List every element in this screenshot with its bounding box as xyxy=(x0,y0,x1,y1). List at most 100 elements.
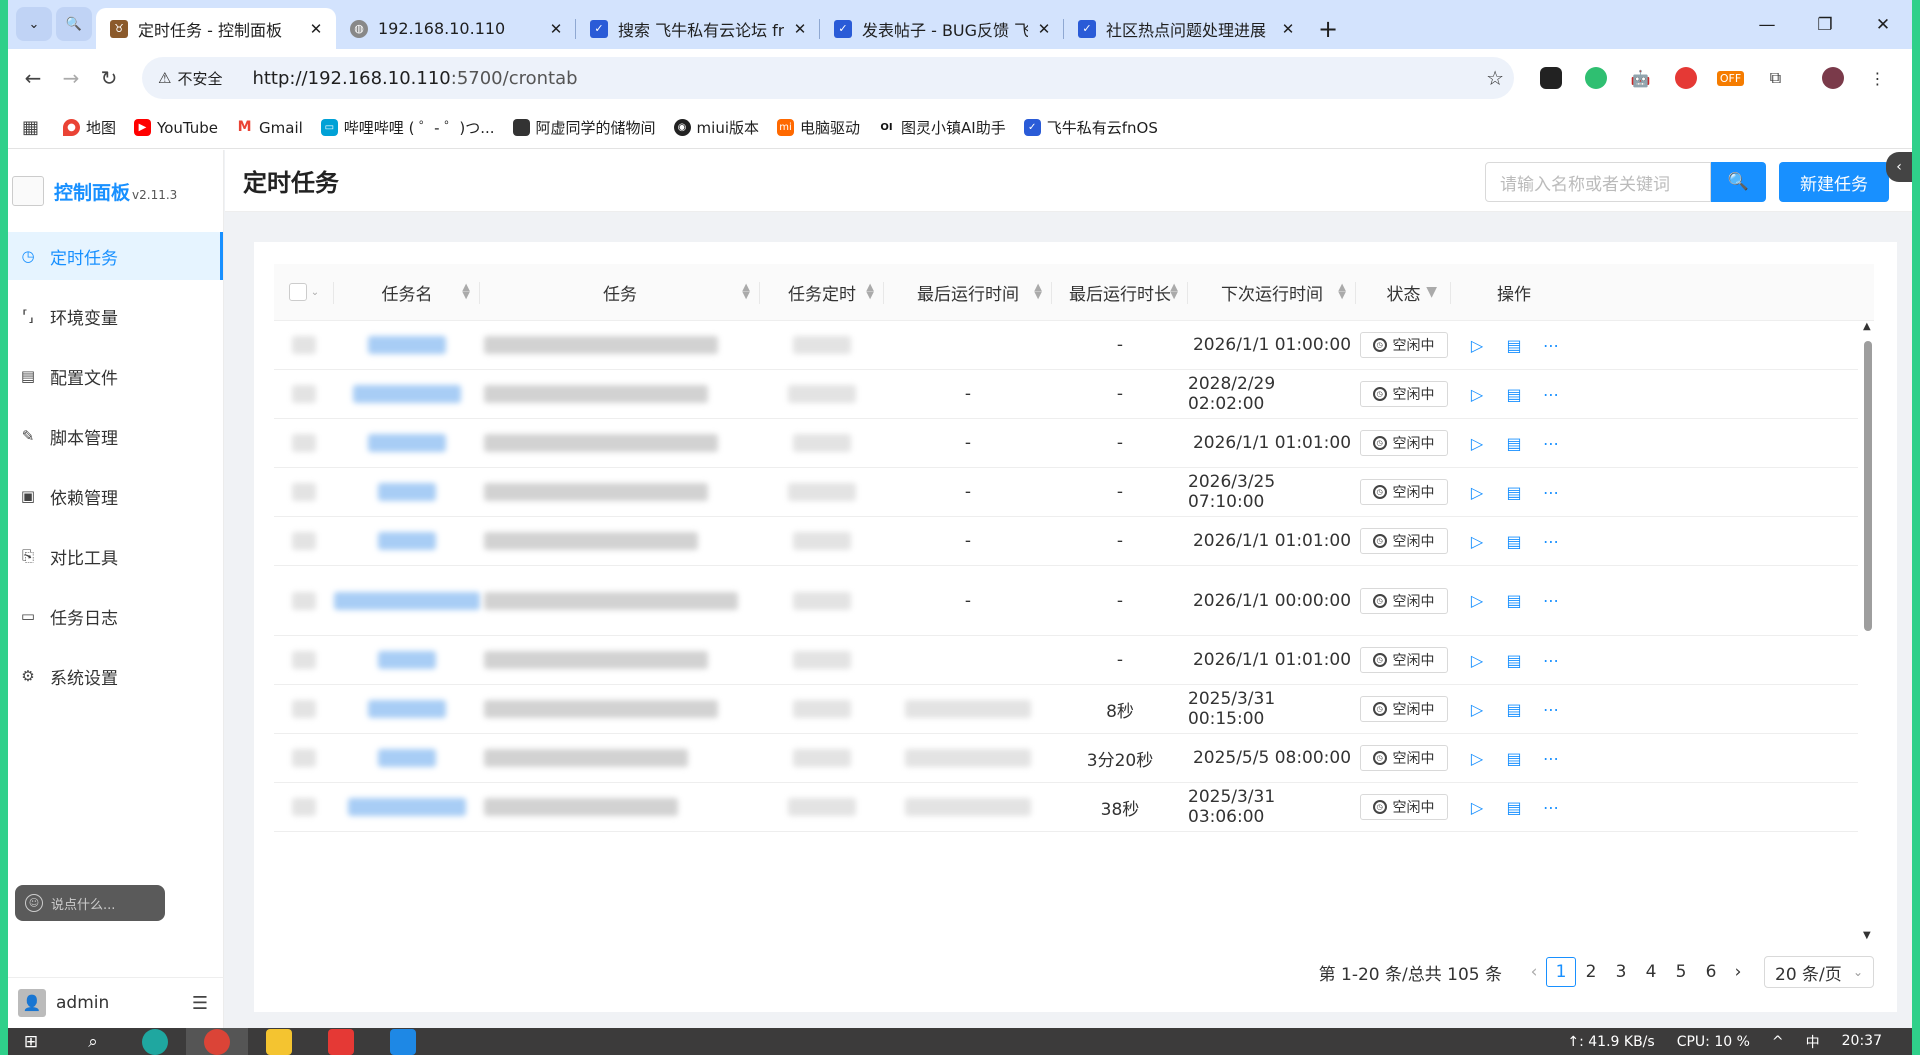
profile-button[interactable] xyxy=(1810,62,1855,94)
close-tab-icon[interactable]: ✕ xyxy=(1278,20,1298,38)
bookmark-item[interactable]: 阿虚同学的储物间 xyxy=(512,117,656,138)
taskbar-app[interactable] xyxy=(310,1028,372,1055)
table-row[interactable]: - - 2026/3/25 07:10:00 ◷ 空闲中 ▷ ▤ ⋯ xyxy=(274,468,1858,517)
sidebar-item-crontab[interactable]: ◷ 定时任务 xyxy=(8,232,223,280)
column-header-last-duration[interactable]: 最后运行时长 ▲ ▼ xyxy=(1052,264,1188,321)
address-bar[interactable]: ⚠ 不安全 http://192.168.10.110:5700/crontab… xyxy=(142,57,1514,99)
chevron-down-icon[interactable]: ⌄ xyxy=(311,287,319,298)
row-checkbox[interactable] xyxy=(292,483,316,501)
bookmark-item[interactable]: M Gmail xyxy=(236,119,303,137)
log-icon[interactable]: ▤ xyxy=(1496,651,1533,670)
log-icon[interactable]: ▤ xyxy=(1496,336,1533,355)
more-icon[interactable]: ⋯ xyxy=(1533,749,1570,768)
close-tab-icon[interactable]: ✕ xyxy=(306,20,326,38)
table-row[interactable]: - 2026/1/1 01:00:00 ◷ 空闲中 ▷ ▤ ⋯ xyxy=(274,321,1858,370)
run-icon[interactable]: ▷ xyxy=(1459,651,1496,670)
filter-icon[interactable]: ▼ xyxy=(1426,284,1437,300)
log-icon[interactable]: ▤ xyxy=(1496,749,1533,768)
table-row[interactable]: - - 2026/1/1 01:01:00 ◷ 空闲中 ▷ ▤ ⋯ xyxy=(274,517,1858,566)
page-2[interactable]: 2 xyxy=(1576,962,1606,982)
task-name-redacted[interactable] xyxy=(368,336,446,354)
row-checkbox[interactable] xyxy=(292,385,316,403)
task-name-cell[interactable] xyxy=(334,517,480,565)
task-name-cell[interactable] xyxy=(334,685,480,733)
browser-tab-active[interactable]: ♉ 定时任务 - 控制面板 ✕ xyxy=(96,8,336,49)
task-name-redacted[interactable] xyxy=(378,651,436,669)
bookmark-star-icon[interactable]: ☆ xyxy=(1486,66,1504,90)
extension-button[interactable] xyxy=(1528,62,1573,94)
search-tabs-button[interactable]: 🔍 xyxy=(56,7,92,41)
browser-tab[interactable]: ✓ 发表帖子 - BUG反馈 飞牛私有云 ✕ xyxy=(820,8,1064,49)
collapse-panel-button[interactable]: ‹ xyxy=(1886,152,1912,182)
sidebar-item-settings[interactable]: ⚙ 系统设置 xyxy=(8,652,223,700)
bookmark-item[interactable]: ● 地图 xyxy=(63,117,116,138)
bookmark-item[interactable]: ◉ miui版本 xyxy=(673,117,759,138)
sidebar-item-config[interactable]: ▤ 配置文件 xyxy=(8,352,223,400)
task-name-redacted[interactable] xyxy=(378,483,436,501)
more-icon[interactable]: ⋯ xyxy=(1533,798,1570,817)
task-name-redacted[interactable] xyxy=(368,700,446,718)
sidebar-item-logs[interactable]: ▭ 任务日志 xyxy=(8,592,223,640)
apps-grid-icon[interactable]: ▦ xyxy=(22,117,39,138)
row-checkbox[interactable] xyxy=(292,798,316,816)
prev-page-icon[interactable]: ‹ xyxy=(1522,962,1546,982)
more-icon[interactable]: ⋯ xyxy=(1533,532,1570,551)
log-icon[interactable]: ▤ xyxy=(1496,434,1533,453)
page-1[interactable]: 1 xyxy=(1546,957,1576,987)
bookmark-item[interactable]: OI 图灵小镇AI助手 xyxy=(878,117,1006,138)
browser-menu-button[interactable]: ⋮ xyxy=(1855,62,1900,94)
page-3[interactable]: 3 xyxy=(1606,962,1636,982)
run-icon[interactable]: ▷ xyxy=(1459,532,1496,551)
log-icon[interactable]: ▤ xyxy=(1496,798,1533,817)
more-icon[interactable]: ⋯ xyxy=(1533,336,1570,355)
page-6[interactable]: 6 xyxy=(1696,962,1726,982)
more-icon[interactable]: ⋯ xyxy=(1533,651,1570,670)
task-name-redacted[interactable] xyxy=(378,749,436,767)
taskbar-search[interactable]: ⌕ xyxy=(62,1028,124,1055)
sidebar-item-scripts[interactable]: ✎ 脚本管理 xyxy=(8,412,223,460)
task-name-redacted[interactable] xyxy=(353,385,461,403)
run-icon[interactable]: ▷ xyxy=(1459,749,1496,768)
extension-button[interactable]: OFF xyxy=(1708,62,1753,94)
extension-button[interactable] xyxy=(1663,62,1708,94)
new-tab-button[interactable]: + xyxy=(1308,8,1348,49)
new-task-button[interactable]: 新建任务 xyxy=(1779,162,1889,202)
task-name-redacted[interactable] xyxy=(368,434,446,452)
column-header-name[interactable]: 任务名 ▲ ▼ xyxy=(334,264,480,321)
sidebar-item-dependence[interactable]: ▣ 依赖管理 xyxy=(8,472,223,520)
row-checkbox[interactable] xyxy=(292,532,316,550)
more-icon[interactable]: ⋯ xyxy=(1533,385,1570,404)
start-button[interactable]: ⊞ xyxy=(0,1028,62,1055)
next-page-icon[interactable]: › xyxy=(1726,962,1750,982)
run-icon[interactable]: ▷ xyxy=(1459,336,1496,355)
task-name-cell[interactable] xyxy=(334,419,480,467)
row-checkbox[interactable] xyxy=(292,700,316,718)
task-name-redacted[interactable] xyxy=(378,532,436,550)
row-checkbox[interactable] xyxy=(292,651,316,669)
tray-arrow-icon[interactable]: ^ xyxy=(1772,1034,1784,1050)
bookmark-item[interactable]: ▭ 哔哩哔哩 ( ゜- ゜)つ... xyxy=(320,117,495,138)
extension-button[interactable] xyxy=(1573,62,1618,94)
chat-input[interactable]: ☺ 说点什么... xyxy=(15,885,165,921)
task-name-cell[interactable] xyxy=(334,370,480,418)
table-row[interactable]: - - 2026/1/1 01:01:00 ◷ 空闲中 ▷ ▤ ⋯ xyxy=(274,419,1858,468)
close-tab-icon[interactable]: ✕ xyxy=(1034,20,1054,38)
minimize-icon[interactable]: — xyxy=(1738,15,1796,35)
task-name-cell[interactable] xyxy=(334,468,480,516)
table-scrollbar[interactable]: ▲ ▼ xyxy=(1861,321,1875,941)
select-all-checkbox[interactable] xyxy=(288,283,307,301)
run-icon[interactable]: ▷ xyxy=(1459,483,1496,502)
more-icon[interactable]: ⋯ xyxy=(1533,483,1570,502)
security-chip[interactable]: 不安全 xyxy=(177,68,222,89)
username[interactable]: admin xyxy=(56,993,109,1013)
log-icon[interactable]: ▤ xyxy=(1496,700,1533,719)
browser-tab[interactable]: ✓ 搜索 飞牛私有云论坛 fnOS ✕ xyxy=(576,8,820,49)
reload-button[interactable]: ↻ xyxy=(90,66,128,90)
column-header-last-run[interactable]: 最后运行时间 ▲ ▼ xyxy=(884,264,1052,321)
close-tab-icon[interactable]: ✕ xyxy=(546,20,566,38)
close-window-icon[interactable]: ✕ xyxy=(1854,15,1912,35)
column-header-command[interactable]: 任务 ▲ ▼ xyxy=(480,264,760,321)
run-icon[interactable]: ▷ xyxy=(1459,591,1496,610)
scroll-down-icon[interactable]: ▼ xyxy=(1863,930,1871,941)
row-checkbox[interactable] xyxy=(292,336,316,354)
